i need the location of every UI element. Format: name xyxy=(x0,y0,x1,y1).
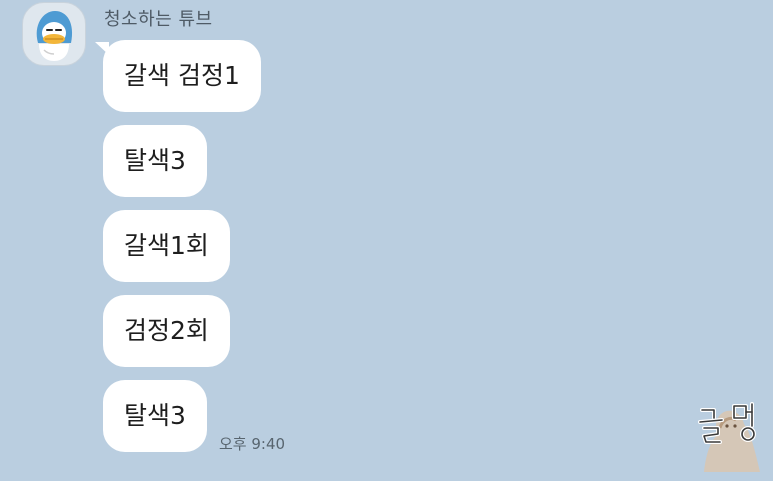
message-bubble[interactable]: 검정2회 xyxy=(103,295,230,367)
sender-name: 청소하는 튜브 xyxy=(104,9,213,30)
sender-avatar[interactable] xyxy=(22,2,86,66)
watermark-dog-icon xyxy=(698,402,760,472)
message-timestamp: 오후 9:40 xyxy=(219,435,286,453)
message-bubble[interactable]: 탈색3 xyxy=(103,125,207,197)
message-bubble[interactable]: 갈색 검정1 xyxy=(103,40,261,112)
message-bubble[interactable]: 갈색1회 xyxy=(103,210,230,282)
message-bubble[interactable]: 탈색3 xyxy=(103,380,207,452)
watermark-logo xyxy=(694,398,768,474)
duck-avatar-icon xyxy=(36,11,73,61)
